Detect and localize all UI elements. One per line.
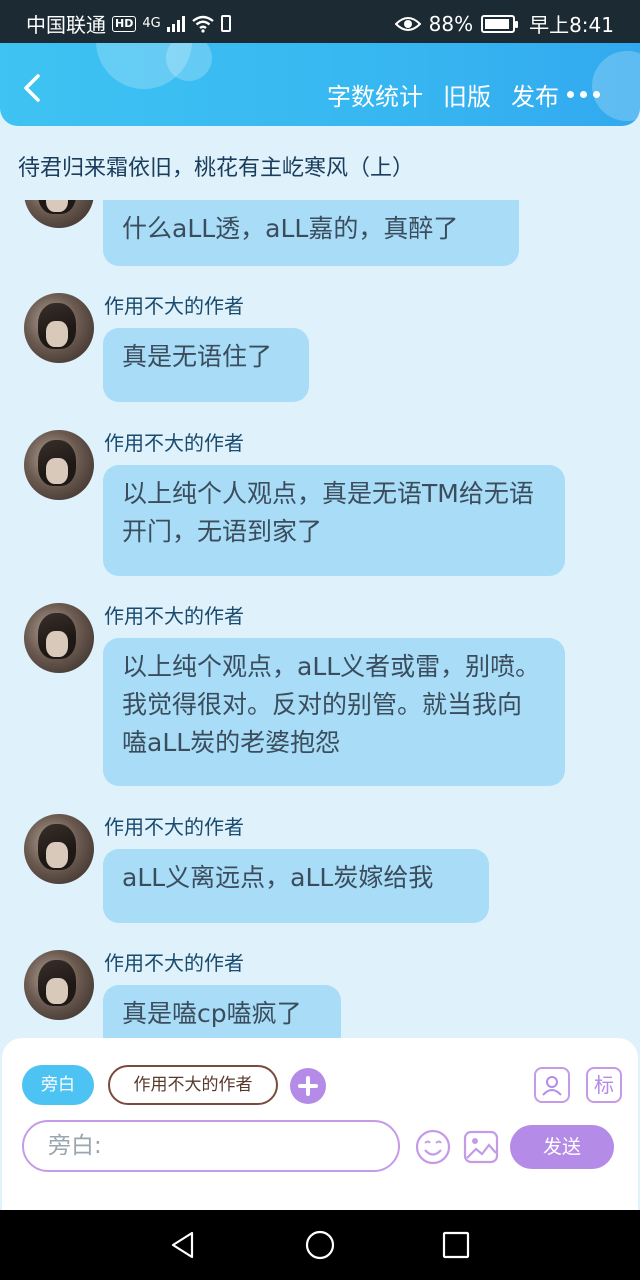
sender-name: 作用不大的作者 (104, 431, 244, 455)
image-icon[interactable] (462, 1128, 500, 1166)
avatar[interactable] (24, 200, 94, 228)
more-options-icon[interactable] (567, 91, 600, 98)
battery-percent: 88% (428, 11, 474, 36)
decor-bubble (166, 43, 212, 81)
avatar[interactable] (24, 814, 94, 884)
input-panel: 旁白 作用不大的作者 标 旁白: 发送 (2, 1038, 638, 1210)
sender-name: 作用不大的作者 (104, 815, 244, 839)
status-right: 88% 早上8:41 (394, 9, 614, 38)
person-card-icon (542, 1076, 562, 1096)
emoji-icon[interactable] (414, 1128, 452, 1166)
chat-list[interactable]: 什么aLL透，aLL嘉的，真醉了 作用不大的作者 真是无语住了 作用不大的作者 … (0, 200, 640, 1038)
word-count-button[interactable]: 字数统计 (327, 77, 423, 112)
network-type: 4G (142, 16, 161, 31)
author-role-chip[interactable]: 作用不大的作者 (108, 1065, 278, 1105)
system-nav-bar (0, 1210, 640, 1280)
signal-icon (166, 15, 185, 32)
sender-name: 作用不大的作者 (104, 951, 244, 975)
carrier-label: 中国联通 (26, 13, 106, 37)
wifi-icon (191, 15, 214, 33)
message-bubble[interactable]: aLL义离远点，aLL炭嫁给我 (103, 849, 489, 923)
mark-button[interactable]: 标 (586, 1067, 622, 1103)
clock: 早上8:41 (529, 13, 614, 37)
nav-home-icon[interactable] (305, 1230, 335, 1260)
status-bar: 中国联通 HD 4G 88% 早上8:41 (0, 0, 640, 43)
nav-back-icon[interactable] (168, 1230, 198, 1260)
message-bubble[interactable]: 真是嗑cp嗑疯了 (103, 985, 341, 1038)
avatar[interactable] (24, 293, 94, 363)
send-button[interactable]: 发送 (510, 1125, 614, 1169)
avatar[interactable] (24, 603, 94, 673)
header-actions: 字数统计 旧版 发布 (327, 77, 640, 112)
back-arrow-icon[interactable] (18, 73, 48, 103)
old-version-button[interactable]: 旧版 (443, 77, 491, 112)
battery-warning-icon (220, 15, 231, 32)
sender-name: 作用不大的作者 (104, 294, 244, 318)
sender-name: 作用不大的作者 (104, 604, 244, 628)
aside-role-chip[interactable]: 旁白 (22, 1065, 94, 1105)
nav-recents-icon[interactable] (441, 1230, 471, 1260)
avatar[interactable] (24, 430, 94, 500)
hd-badge: HD (112, 15, 137, 32)
text-input[interactable]: 旁白: (22, 1120, 400, 1172)
character-icon[interactable] (534, 1067, 570, 1103)
message-bubble[interactable]: 以上纯个观点，aLL义者或雷，别喷。我觉得很对。反对的别管。就当我向嗑aLL炭的… (103, 638, 565, 786)
publish-button[interactable]: 发布 (511, 77, 559, 112)
message-bubble[interactable]: 以上纯个人观点，真是无语TM给无语开门，无语到家了 (103, 465, 565, 576)
document-title: 待君归来霜依旧，桃花有主屹寒风（上） (18, 156, 415, 181)
message-bubble[interactable]: 真是无语住了 (103, 328, 309, 402)
battery-icon (481, 14, 519, 33)
status-left: 中国联通 HD 4G (26, 9, 231, 38)
add-role-button[interactable] (290, 1068, 326, 1104)
top-toolbar: 字数统计 旧版 发布 (0, 43, 640, 126)
avatar[interactable] (24, 950, 94, 1020)
message-bubble[interactable]: 什么aLL透，aLL嘉的，真醉了 (103, 200, 519, 266)
eye-icon (394, 16, 421, 31)
